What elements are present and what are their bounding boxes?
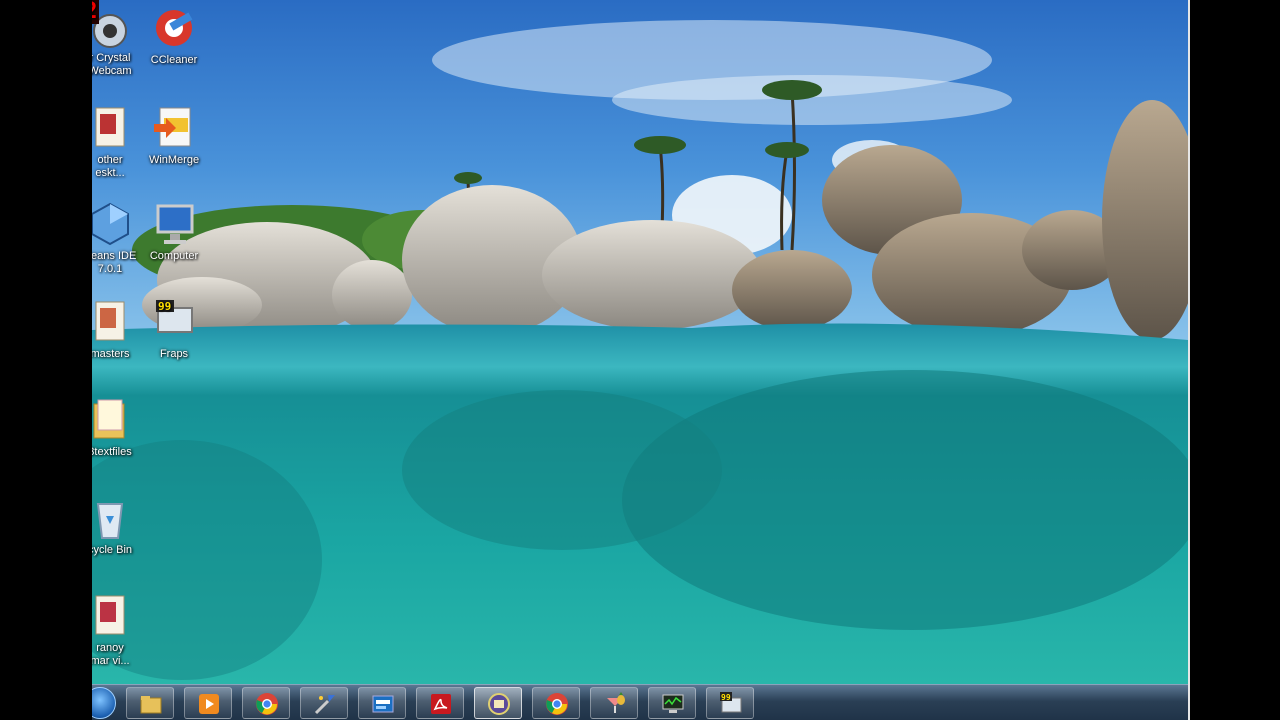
wand-icon <box>314 695 335 715</box>
desktop-icon-ranoy[interactable]: ranoy mar vi... <box>92 592 150 668</box>
taskbar-button-java-ide[interactable] <box>474 687 522 719</box>
chrome-icon <box>546 693 568 715</box>
screen-edge <box>1188 0 1190 720</box>
taskbar-button-google-chrome[interactable] <box>242 687 290 719</box>
desktop-icon-3textfiles[interactable]: 3textfiles <box>92 396 150 459</box>
netbeans-icon <box>92 202 129 246</box>
desktop-icon-label: cycle Bin <box>92 544 133 556</box>
taskbar-button-fraps[interactable]: 99 <box>706 687 754 719</box>
document-icon <box>95 301 125 341</box>
svg-text:99: 99 <box>721 693 731 702</box>
desktop-wallpaper <box>92 0 1188 684</box>
desktop-icon-label: Fraps <box>159 348 189 360</box>
start-button[interactable] <box>92 687 116 719</box>
java-icon <box>488 693 510 715</box>
taskbar-button-media-player[interactable] <box>184 687 232 719</box>
desktop-icon-label: ranoy mar vi... <box>92 642 130 667</box>
taskbar-button-adobe-reader[interactable] <box>416 687 464 719</box>
taskbar-button-google-chrome-2[interactable] <box>532 687 580 719</box>
folder-icon <box>93 399 125 439</box>
computer-icon <box>156 204 194 244</box>
ccleaner-icon <box>156 10 193 46</box>
svg-text:99: 99 <box>158 300 171 313</box>
document-icon <box>95 107 125 147</box>
desktop-icon-ccleaner[interactable]: CCleaner <box>134 4 214 67</box>
desktop-icon-computer[interactable]: Computer <box>134 200 214 263</box>
media-player-icon <box>199 694 219 714</box>
fraps-icon: 99 <box>156 300 193 333</box>
taskbar-button-uninstaller[interactable] <box>300 687 348 719</box>
monitor-icon <box>662 694 684 713</box>
desktop-icon-label: 3textfiles <box>92 446 132 458</box>
cocktail-icon <box>607 692 625 713</box>
intel-icon <box>372 695 394 713</box>
folder-icon <box>140 696 162 714</box>
taskbar-button-windows-explorer[interactable] <box>126 687 174 719</box>
chrome-icon <box>256 693 278 715</box>
desktop-screen: 42 r Crystal Webcam CCleaner other eskt.… <box>92 0 1188 720</box>
desktop-icon-label: WinMerge <box>148 154 200 166</box>
pdf-icon <box>431 694 451 714</box>
taskbar-button-cocktail[interactable] <box>590 687 638 719</box>
taskbar-button-intel-core[interactable] <box>358 687 406 719</box>
desktop-icon-recycle-bin[interactable]: cycle Bin <box>92 494 150 557</box>
webcam-counter-badge: 42 <box>92 0 99 24</box>
recycle-bin-icon <box>96 503 124 539</box>
winmerge-icon <box>154 107 191 147</box>
taskbar: 99 <box>92 684 1188 720</box>
desktop-icon-fraps[interactable]: 99 Fraps <box>134 298 214 361</box>
taskbar-button-system-monitor[interactable] <box>648 687 696 719</box>
desktop-icon-label: Computer <box>149 250 199 262</box>
desktop-icon-label: CCleaner <box>150 54 198 66</box>
document-icon <box>95 595 125 635</box>
fraps-icon: 99 <box>720 692 742 713</box>
desktop-icon-winmerge[interactable]: WinMerge <box>134 104 214 167</box>
